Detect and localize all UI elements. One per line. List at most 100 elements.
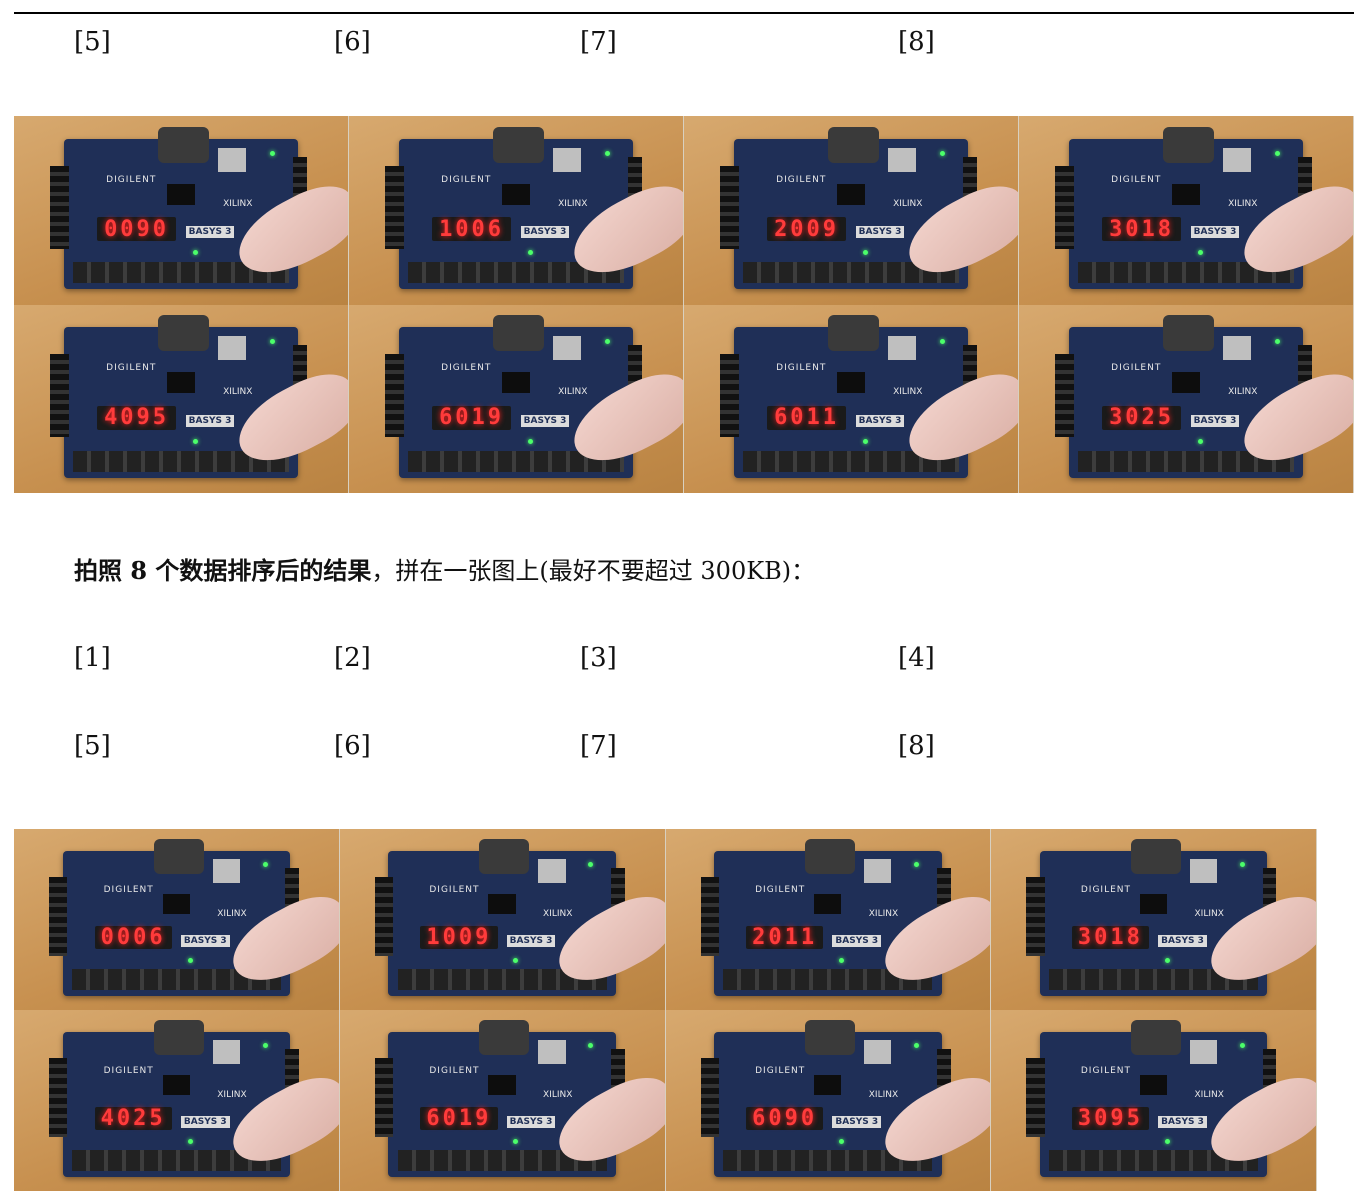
vga-connector: [805, 839, 856, 874]
board-photo: DIGILENT XILINX BASYS 3 4095: [14, 304, 349, 493]
vga-connector: [1130, 839, 1181, 874]
vga-connector: [1162, 126, 1215, 163]
fpga-chip: [166, 372, 195, 394]
fpga-chip: [836, 372, 865, 394]
led-green: [527, 250, 533, 256]
model-label: BASYS 3: [1158, 1115, 1207, 1128]
vga-connector: [1162, 315, 1215, 352]
board-photo: DIGILENT XILINX BASYS 3 0090: [14, 116, 349, 305]
brand-label: DIGILENT: [441, 174, 492, 185]
brand-label: DIGILENT: [103, 885, 154, 896]
pmod-header-left: [374, 876, 393, 957]
led-green: [1164, 1138, 1170, 1144]
caption-bold: 拍照 8 个数据排序后的结果: [74, 556, 372, 585]
pmod-header-left: [1055, 354, 1074, 438]
brand-label: DIGILENT: [776, 363, 827, 374]
led-green: [187, 1138, 193, 1144]
led-green: [1274, 339, 1280, 345]
brand-label: DIGILENT: [441, 363, 492, 374]
fpga-chip: [162, 1075, 190, 1096]
usb-port: [538, 859, 566, 883]
board-photo: DIGILENT XILINX BASYS 3 1006: [349, 116, 684, 305]
fpga-chip: [501, 183, 530, 205]
brand-label: DIGILENT: [755, 1066, 806, 1077]
seven-segment-display: 1009: [420, 925, 498, 950]
seven-segment-display: 6019: [431, 405, 512, 430]
label-6-top: [6]: [334, 27, 371, 57]
caption-rest: ，拼在一张图上(最好不要超过 300KB)：: [371, 557, 816, 585]
label-3: [3]: [580, 643, 617, 673]
usb-port: [864, 859, 892, 883]
board-photo: DIGILENT XILINX BASYS 3 3018: [1019, 116, 1354, 305]
usb-port: [553, 336, 582, 361]
brand-label: DIGILENT: [1080, 885, 1132, 896]
board-photo: DIGILENT XILINX BASYS 3 6090: [665, 1010, 992, 1191]
model-label: BASYS 3: [855, 226, 905, 239]
led-green: [862, 438, 868, 444]
pmod-header-left: [1055, 165, 1074, 249]
led-green: [513, 957, 519, 963]
vendor-label: XILINX: [217, 908, 247, 919]
model-label: BASYS 3: [180, 1115, 230, 1128]
label-7: [7]: [580, 731, 617, 761]
brand-label: DIGILENT: [106, 174, 157, 185]
model-label: BASYS 3: [506, 1115, 556, 1128]
led-green: [1164, 957, 1170, 963]
vga-connector: [157, 126, 210, 163]
fpga-chip: [488, 1075, 516, 1096]
board-photo: DIGILENT XILINX BASYS 3 4025: [14, 1010, 340, 1191]
pmod-header-left: [720, 165, 739, 249]
led-green: [914, 862, 920, 868]
vga-connector: [157, 315, 210, 352]
seven-segment-display: 6090: [746, 1106, 824, 1131]
led-green: [1197, 250, 1203, 256]
brand-label: DIGILENT: [429, 885, 480, 896]
label-4: [4]: [898, 643, 935, 673]
brand-label: DIGILENT: [1111, 363, 1162, 374]
vga-connector: [827, 126, 880, 163]
led-green: [1197, 438, 1203, 444]
seven-segment-display: 4095: [96, 405, 177, 430]
photo-grid-sorted: DIGILENT XILINX BASYS 3 0006 DIGILENT XILINX B…: [14, 829, 1317, 1191]
pmod-header-left: [385, 354, 404, 438]
brand-label: DIGILENT: [106, 363, 157, 374]
model-label: BASYS 3: [520, 226, 570, 239]
vendor-label: XILINX: [1228, 198, 1258, 209]
label-8: [8]: [898, 731, 935, 761]
usb-port: [1189, 859, 1218, 883]
seven-segment-display: 3018: [1071, 925, 1150, 950]
board-photo: DIGILENT XILINX BASYS 3 1009: [339, 829, 666, 1010]
label-1: [1]: [74, 643, 111, 673]
led-green: [839, 1138, 845, 1144]
model-label: BASYS 3: [832, 1115, 882, 1128]
fpga-chip: [814, 894, 842, 915]
model-label: BASYS 3: [1190, 226, 1240, 239]
pmod-header-left: [1026, 1057, 1045, 1138]
vendor-label: XILINX: [217, 1089, 247, 1100]
usb-port: [1223, 336, 1252, 361]
brand-label: DIGILENT: [429, 1066, 480, 1077]
board-photo: DIGILENT XILINX BASYS 3 3095: [991, 1010, 1317, 1191]
seven-segment-display: 3025: [1101, 405, 1182, 430]
led-green: [513, 1138, 519, 1144]
top-rule: [14, 12, 1354, 14]
vga-connector: [153, 1020, 204, 1055]
seven-segment-display: 3095: [1071, 1106, 1150, 1131]
vga-connector: [805, 1020, 856, 1055]
pmod-header-left: [700, 1057, 719, 1138]
seven-segment-display: 2011: [746, 925, 824, 950]
led-green: [269, 150, 275, 156]
model-label: BASYS 3: [1158, 934, 1207, 947]
label-5-top: [5]: [74, 27, 111, 57]
led-green: [527, 438, 533, 444]
model-label: BASYS 3: [1190, 414, 1240, 427]
led-green: [262, 1043, 268, 1049]
board-photo: DIGILENT XILINX BASYS 3 3025: [1019, 304, 1354, 493]
vga-connector: [492, 126, 545, 163]
vendor-label: XILINX: [1228, 387, 1258, 398]
vendor-label: XILINX: [1194, 908, 1224, 919]
led-green: [604, 339, 610, 345]
led-green: [1239, 862, 1245, 868]
vendor-label: XILINX: [223, 387, 253, 398]
board-photo: DIGILENT XILINX BASYS 3 0006: [14, 829, 340, 1010]
